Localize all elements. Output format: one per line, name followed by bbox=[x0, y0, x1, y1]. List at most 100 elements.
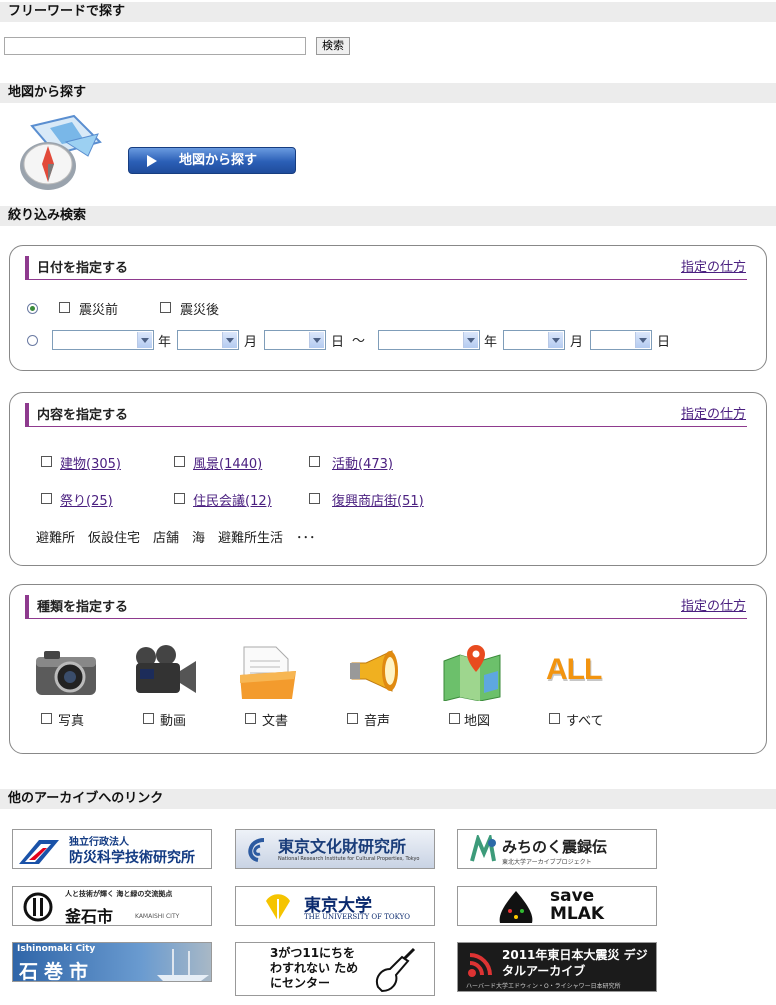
jdarchive-sub: ハーバード大学エドウィン・O・ライシャワー日本研究所 bbox=[466, 983, 621, 990]
type-panel-title: 種類を指定する bbox=[25, 595, 747, 619]
nied-sub: 独立行政法人 bbox=[69, 837, 129, 848]
from-day-select[interactable] bbox=[264, 330, 326, 350]
checkbox-festivals[interactable] bbox=[41, 493, 52, 504]
ishinomaki-sub: Ishinomaki City bbox=[17, 944, 96, 954]
michinoku-main: みちのく震録伝 bbox=[502, 838, 608, 856]
checkbox-photo[interactable] bbox=[41, 713, 52, 724]
type-label-video: 動画 bbox=[160, 714, 187, 729]
checkbox-scenery[interactable] bbox=[174, 456, 185, 467]
nied-logo-icon bbox=[19, 840, 59, 864]
chevron-down-icon bbox=[222, 332, 237, 348]
content-link-resident-meetings[interactable]: 住民会議(12) bbox=[193, 490, 272, 509]
content-link-festivals[interactable]: 祭り(25) bbox=[60, 490, 113, 509]
savemlak-mascot-icon bbox=[499, 891, 533, 923]
date-panel: 日付を指定する 指定の仕方 震災前 震災後 年 月 日 ～ 年 月 日 bbox=[9, 245, 767, 371]
link-savemlak[interactable]: save MLAK bbox=[457, 886, 657, 926]
rss-signal-icon bbox=[468, 953, 492, 977]
after-disaster-label: 震災後 bbox=[180, 303, 220, 318]
from-month-label: 月 bbox=[244, 335, 258, 350]
content-tags: 避難所 仮設住宅 店舗 海 避難所生活 ･･･ bbox=[36, 531, 316, 546]
center311-main: 3がつ11にちを わすれない ためにセンター bbox=[270, 946, 359, 990]
link-michinoku[interactable]: みちのく震録伝 東北大学アーカイブプロジェクト bbox=[457, 829, 657, 869]
ship-icon bbox=[157, 949, 209, 981]
checkbox-after-disaster[interactable] bbox=[160, 302, 171, 313]
content-link-activities[interactable]: 活動(473) bbox=[332, 453, 393, 472]
type-label-document: 文書 bbox=[262, 714, 289, 729]
kamaishi-crest-icon bbox=[23, 892, 53, 922]
checkbox-resident-meetings[interactable] bbox=[174, 493, 185, 504]
link-tobunken[interactable]: 東京文化財研究所 National Research Institute for… bbox=[235, 829, 435, 869]
link-311center[interactable]: 3がつ11にちを わすれない ためにセンター bbox=[235, 942, 435, 996]
chevron-down-icon bbox=[309, 332, 324, 348]
date-panel-title: 日付を指定する bbox=[25, 256, 747, 280]
map-pin-icon bbox=[443, 645, 501, 701]
from-day-label: 日 bbox=[331, 335, 345, 350]
date-radio-range[interactable] bbox=[27, 335, 38, 346]
map-compass-icon bbox=[20, 114, 102, 190]
type-howto-link[interactable]: 指定の仕方 bbox=[681, 595, 746, 614]
link-utokyo[interactable]: 東京大学 THE UNIVERSITY OF TOKYO bbox=[235, 886, 435, 926]
checkbox-all[interactable] bbox=[549, 713, 560, 724]
content-link-buildings[interactable]: 建物(305) bbox=[60, 453, 121, 472]
chevron-down-icon bbox=[137, 332, 152, 348]
range-tilde: ～ bbox=[352, 334, 366, 349]
type-label-all: すべて bbox=[566, 714, 604, 729]
checkbox-buildings[interactable] bbox=[41, 456, 52, 467]
content-howto-link[interactable]: 指定の仕方 bbox=[681, 403, 746, 422]
tobunken-logo-icon bbox=[248, 838, 265, 862]
link-nied[interactable]: 独立行政法人 防災科学技術研究所 bbox=[12, 829, 212, 869]
checkbox-video[interactable] bbox=[143, 713, 154, 724]
from-year-label: 年 bbox=[158, 335, 172, 350]
checkbox-activities[interactable] bbox=[309, 456, 320, 467]
to-month-select[interactable] bbox=[503, 330, 565, 350]
type-panel: 種類を指定する 指定の仕方 写真 動画 文書 音声 地図 ALL すべて bbox=[9, 584, 767, 754]
megaphone-icon bbox=[350, 650, 398, 692]
filter-header: 絞り込み検索 bbox=[0, 206, 776, 226]
map-search-header: 地図から探す bbox=[0, 83, 776, 103]
tobunken-main: 東京文化財研究所 bbox=[278, 837, 407, 856]
search-button[interactable]: 検索 bbox=[316, 37, 350, 55]
michinoku-sub: 東北大学アーカイブプロジェクト bbox=[502, 859, 592, 866]
kamaishi-main: 釜石市 bbox=[65, 907, 114, 926]
to-month-label: 月 bbox=[570, 335, 584, 350]
to-year-label: 年 bbox=[484, 335, 498, 350]
play-icon bbox=[147, 155, 157, 167]
link-jdarchive[interactable]: 2011年東日本大震災 デジタルアーカイブ ハーバード大学エドウィン・O・ライシ… bbox=[457, 942, 657, 992]
from-month-select[interactable] bbox=[177, 330, 239, 350]
utokyo-sub: THE UNIVERSITY OF TOKYO bbox=[304, 913, 411, 921]
from-year-select[interactable] bbox=[52, 330, 154, 350]
checkbox-reconstruction-shops[interactable] bbox=[309, 493, 320, 504]
camera-icon bbox=[36, 651, 96, 695]
map-search-button[interactable]: 地図から探す bbox=[128, 147, 296, 174]
document-icon bbox=[240, 646, 296, 699]
type-label-map: 地図 bbox=[464, 714, 491, 729]
link-kamaishi[interactable]: 人と技術が輝く 海と緑の交流拠点 釜石市 KAMAISHI CITY bbox=[12, 886, 212, 926]
chevron-down-icon bbox=[548, 332, 563, 348]
checkbox-document[interactable] bbox=[245, 713, 256, 724]
savemlak-main: save MLAK bbox=[550, 886, 605, 924]
hand-pen-icon bbox=[376, 947, 416, 993]
search-input[interactable] bbox=[4, 37, 306, 55]
jdarchive-main: 2011年東日本大震災 デジタルアーカイブ bbox=[502, 948, 648, 978]
link-ishinomaki[interactable]: Ishinomaki City 石巻市 bbox=[12, 942, 212, 982]
content-link-reconstruction-shops[interactable]: 復興商店街(51) bbox=[332, 490, 424, 509]
nied-main: 防災科学技術研究所 bbox=[69, 850, 195, 866]
michinoku-logo-icon bbox=[470, 835, 496, 862]
date-howto-link[interactable]: 指定の仕方 bbox=[681, 256, 746, 275]
chevron-down-icon bbox=[463, 332, 478, 348]
kamaishi-sub: 人と技術が輝く 海と緑の交流拠点 bbox=[65, 890, 173, 898]
date-radio-period[interactable] bbox=[27, 303, 38, 314]
all-icon: ALL bbox=[546, 653, 602, 686]
kamaishi-extra: KAMAISHI CITY bbox=[135, 913, 180, 920]
content-panel-title: 内容を指定する bbox=[25, 403, 747, 427]
to-year-select[interactable] bbox=[378, 330, 480, 350]
to-day-label: 日 bbox=[657, 335, 671, 350]
checkbox-map[interactable] bbox=[449, 713, 460, 724]
checkbox-audio[interactable] bbox=[347, 713, 358, 724]
freeword-header: フリーワードで探す bbox=[0, 2, 776, 22]
content-link-scenery[interactable]: 風景(1440) bbox=[193, 453, 262, 472]
to-day-select[interactable] bbox=[590, 330, 652, 350]
content-panel: 内容を指定する 指定の仕方 建物(305) 風景(1440) 活動(473) 祭… bbox=[9, 392, 767, 566]
checkbox-before-disaster[interactable] bbox=[59, 302, 70, 313]
tobunken-sub: National Research Institute for Cultural… bbox=[278, 856, 420, 862]
